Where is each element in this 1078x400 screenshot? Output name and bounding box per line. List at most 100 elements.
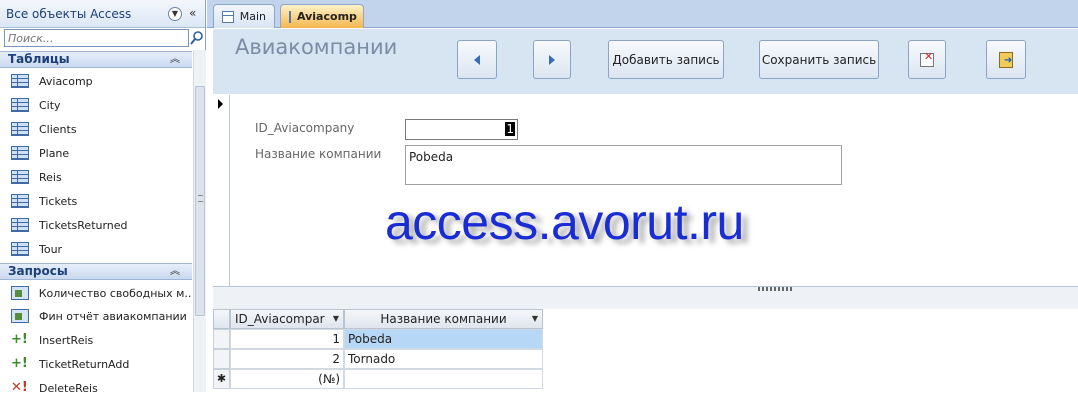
table-cell-name[interactable]: Pobeda	[344, 329, 543, 349]
grip-icon	[198, 195, 203, 202]
id-field[interactable]: 1	[405, 119, 518, 140]
table-cell-id[interactable]: 1	[230, 329, 344, 349]
tab-label: Main	[239, 10, 266, 23]
nav-item-tour[interactable]: Tour	[0, 237, 192, 261]
table-icon	[11, 98, 29, 112]
tab-aviacomp[interactable]: Aviacomp	[280, 4, 364, 28]
form-header: Авиакомпании Добавить запись Сохранить з…	[213, 29, 1078, 94]
form-title: Авиакомпании	[235, 35, 398, 59]
group-label-tables: Таблицы	[8, 52, 70, 66]
nav-item-label: Reis	[39, 170, 62, 184]
nav-item-label: DeleteReis	[39, 381, 98, 395]
nav-item-label: Tour	[39, 242, 63, 256]
collapse-pane-icon[interactable]: «	[189, 6, 196, 20]
nav-item-plane[interactable]: Plane	[0, 141, 192, 165]
search-icon[interactable]	[190, 30, 204, 46]
datasheet: ID_Aviacompar ▼ Название компании ▼ 1 Po…	[213, 309, 1078, 392]
form-icon	[289, 10, 291, 23]
watermark: access.avorut.ru	[385, 194, 744, 250]
nav-item-label: Tickets	[39, 194, 78, 208]
nav-item-label: TicketsReturned	[39, 218, 128, 232]
nav-item-clients[interactable]: Clients	[0, 117, 192, 141]
table-cell-id[interactable]: 2	[230, 349, 344, 369]
select-all-corner[interactable]	[213, 309, 230, 329]
select-query-icon	[11, 286, 29, 300]
nav-item-label: InsertReis	[39, 333, 94, 347]
nav-item-tickets[interactable]: Tickets	[0, 189, 192, 213]
nav-item-query-fin-report[interactable]: Фин отчёт авиакомпании	[0, 304, 192, 328]
form-detail: ID_Aviacompany 1 Название компании Pobed…	[231, 95, 1078, 286]
nav-item-label: Количество свободных м...	[38, 286, 192, 300]
append-query-icon: +!	[11, 356, 28, 371]
arrow-right-icon	[549, 54, 555, 65]
chevron-up-icon[interactable]: ︽	[170, 52, 180, 67]
new-row-name-cell[interactable]	[344, 369, 543, 389]
nav-title[interactable]: Все объекты Access	[6, 7, 131, 21]
split-form-splitter[interactable]	[213, 286, 1078, 310]
close-form-button[interactable]	[986, 40, 1026, 79]
next-record-button[interactable]	[533, 40, 571, 79]
nav-item-label: TicketReturnAdd	[39, 357, 130, 371]
search-input[interactable]	[5, 30, 188, 46]
nav-item-query-free-seats[interactable]: Количество свободных м...	[0, 281, 192, 305]
nav-item-city[interactable]: City	[0, 93, 192, 117]
id-label: ID_Aviacompany	[255, 121, 355, 135]
table-cell-name[interactable]: Tornado	[344, 349, 543, 369]
dropdown-arrow-icon[interactable]: ▼	[333, 310, 339, 328]
record-selector[interactable]	[213, 95, 230, 286]
chevron-up-icon[interactable]: ︽	[170, 264, 180, 279]
form-icon	[222, 10, 234, 23]
nav-item-reis[interactable]: Reis	[0, 165, 192, 189]
table-icon	[11, 242, 29, 256]
delete-query-icon: ✕!	[11, 380, 28, 395]
nav-item-label: Plane	[39, 146, 70, 160]
row-selector[interactable]	[213, 329, 230, 349]
table-icon	[11, 218, 29, 232]
column-header-name[interactable]: Название компании ▼	[344, 309, 543, 329]
table-icon	[11, 146, 29, 160]
id-value: 1	[505, 122, 515, 136]
exit-door-icon	[999, 51, 1013, 68]
group-header-tables[interactable]: Таблицы ︽	[0, 51, 192, 68]
table-icon	[11, 194, 29, 208]
append-query-icon: +!	[11, 332, 28, 347]
nav-item-label: Aviacomp	[39, 74, 93, 88]
add-record-button[interactable]: Добавить запись	[608, 40, 724, 79]
nav-scrollbar[interactable]	[193, 50, 206, 392]
nav-item-aviacomp[interactable]: Aviacomp	[0, 69, 192, 93]
delete-record-icon	[920, 50, 934, 67]
nav-item-label: City	[39, 98, 61, 112]
column-header-id[interactable]: ID_Aviacompar ▼	[230, 309, 344, 329]
search-box[interactable]	[4, 29, 189, 47]
new-record-marker-icon[interactable]: ✱	[213, 369, 230, 389]
column-header-label: ID_Aviacompar	[235, 312, 325, 326]
nav-header[interactable]: Все объекты Access ▼ «	[0, 0, 205, 28]
table-icon	[11, 74, 29, 88]
table-icon	[11, 122, 29, 136]
nav-item-label: Фин отчёт авиакомпании	[39, 309, 187, 323]
nav-item-query-ticketreturnadd[interactable]: +! TicketReturnAdd	[0, 352, 192, 376]
new-row-id-cell[interactable]: (№)	[230, 369, 344, 389]
dropdown-arrow-icon[interactable]: ▼	[532, 310, 538, 328]
group-label-queries: Запросы	[8, 264, 68, 278]
scrollbar-thumb[interactable]	[195, 86, 205, 316]
nav-item-query-insertreis[interactable]: +! InsertReis	[0, 328, 192, 352]
arrow-left-icon	[474, 54, 480, 65]
group-header-queries[interactable]: Запросы ︽	[0, 263, 192, 280]
row-selector[interactable]	[213, 349, 230, 369]
company-name-field[interactable]: Pobeda	[405, 145, 842, 185]
save-record-button[interactable]: Сохранить запись	[759, 40, 879, 79]
nav-dropdown-icon[interactable]: ▼	[168, 7, 182, 21]
splitter-grip-icon[interactable]	[758, 287, 794, 291]
current-record-arrow-icon	[218, 99, 223, 109]
tab-label: Aviacomp	[297, 10, 357, 23]
delete-record-button[interactable]	[908, 40, 946, 79]
company-name-label: Название компании	[255, 147, 382, 161]
select-query-icon	[11, 309, 29, 323]
previous-record-button[interactable]	[457, 40, 497, 79]
nav-item-ticketsreturned[interactable]: TicketsReturned	[0, 213, 192, 237]
tab-main[interactable]: Main	[213, 4, 275, 28]
nav-item-query-deletereis[interactable]: ✕! DeleteReis	[0, 376, 192, 400]
navigation-pane: Все объекты Access ▼ « Таблицы ︽ Aviacom…	[0, 0, 206, 395]
document-tabs: Main Aviacomp	[207, 0, 1078, 28]
